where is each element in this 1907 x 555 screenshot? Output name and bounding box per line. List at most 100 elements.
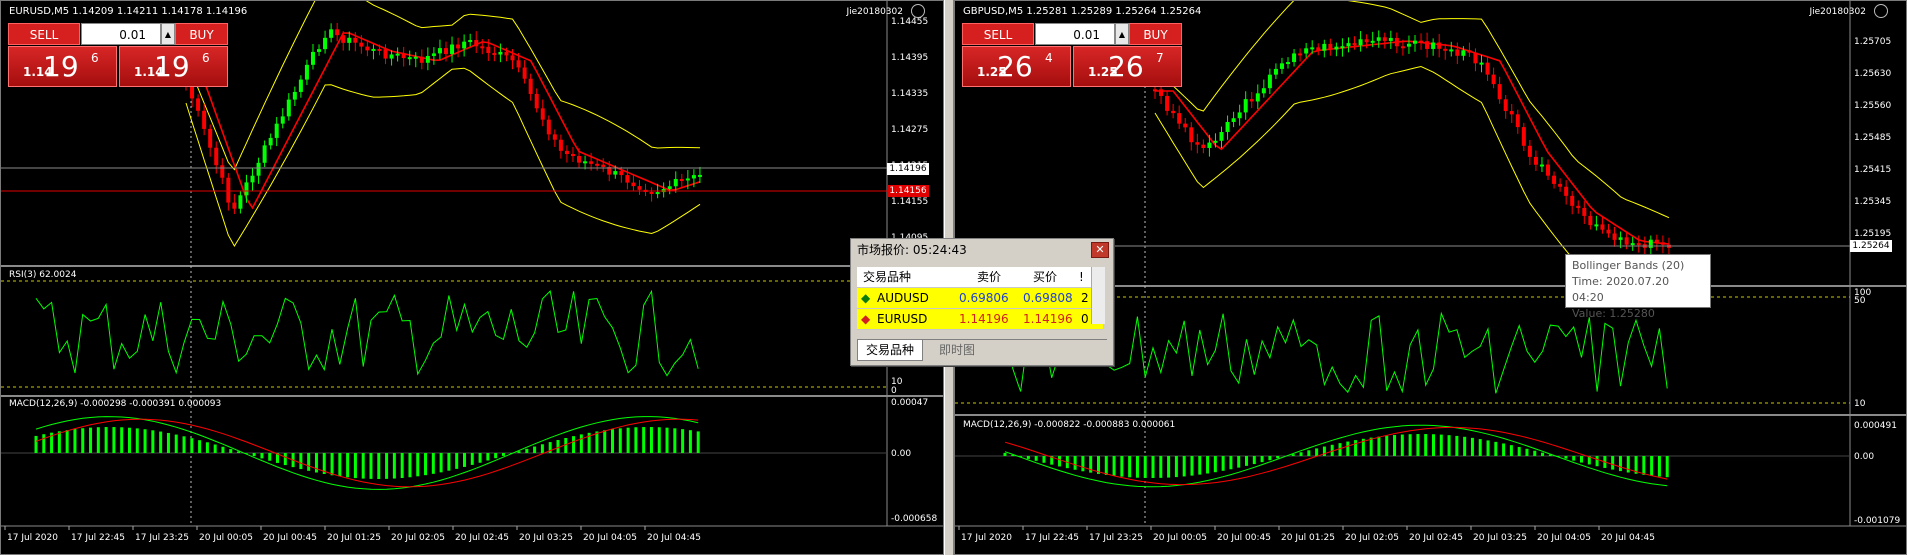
candle-body: [1225, 121, 1230, 133]
candle-body: [353, 37, 358, 43]
candle-body: [534, 94, 539, 109]
candle-body: [474, 40, 479, 47]
close-icon[interactable]: ✕: [1091, 242, 1109, 258]
row-bid: 1.14196: [959, 312, 1009, 326]
candle-body: [462, 41, 467, 49]
candle-body: [1636, 243, 1641, 246]
candle-body: [1153, 89, 1157, 92]
lot-up-arrow-icon[interactable]: ▲: [161, 23, 175, 45]
time-axis-label: 17 Jul 23:25: [135, 533, 189, 543]
market-watch-table: 交易品种 卖价 买价 ! ◆ AUDUSD 0.69806 0.69808 2 …: [857, 267, 1103, 330]
candle-body: [1213, 140, 1218, 143]
candle-body: [1479, 62, 1484, 65]
candle-body: [389, 54, 394, 59]
candle-body: [250, 175, 255, 183]
header-bid[interactable]: 卖价: [977, 267, 1001, 287]
candle-body: [268, 137, 273, 146]
row-ask: 1.14196: [1023, 312, 1073, 326]
header-spread[interactable]: !: [1079, 267, 1084, 287]
lot-size-input[interactable]: 0.01: [81, 23, 161, 45]
buy-price-box[interactable]: 1.25 26 7: [1073, 46, 1182, 87]
candle-body: [347, 37, 352, 43]
candle-body: [625, 175, 630, 183]
candle-body: [1521, 127, 1526, 146]
candle-body: [335, 29, 340, 36]
table-scrollbar[interactable]: [1091, 267, 1105, 324]
candle-body: [202, 110, 207, 129]
candle-body: [1576, 205, 1581, 209]
time-axis-label: 20 Jul 00:45: [263, 533, 317, 543]
sell-price-box[interactable]: 1.14 19 6: [8, 46, 117, 87]
price-axis-label: 1.14395: [891, 53, 928, 63]
candle-body: [546, 119, 551, 135]
buy-button[interactable]: BUY: [1129, 23, 1182, 45]
price-axis-label: 1.25415: [1854, 165, 1891, 175]
buy-button[interactable]: BUY: [175, 23, 228, 45]
candle-body: [1352, 43, 1357, 46]
candle-body: [679, 179, 684, 182]
candle-body: [1570, 195, 1575, 206]
candle-body: [1419, 40, 1424, 43]
sell-price-box[interactable]: 1.25 26 4: [962, 46, 1071, 87]
macd-axis-label: 0.00047: [891, 398, 928, 408]
candle-body: [1334, 46, 1339, 50]
candle-body: [613, 171, 618, 175]
lot-size-input[interactable]: 0.01: [1035, 23, 1115, 45]
candle-body: [1582, 208, 1587, 216]
candle-body: [395, 53, 400, 56]
candle-body: [564, 150, 569, 155]
candle-body: [365, 46, 370, 51]
macd-title: MACD(12,26,9) -0.000822 -0.000883 0.0000…: [963, 420, 1176, 430]
sell-price-big: 19: [43, 50, 79, 83]
candle-body: [1243, 99, 1248, 113]
candle-body: [1600, 224, 1605, 230]
macd-axis-label: 0.000491: [1854, 421, 1897, 431]
candle-body: [1231, 118, 1236, 122]
candle-body: [1328, 43, 1333, 50]
buy-price-box[interactable]: 1.14 19 6: [119, 46, 228, 87]
candle-body: [1648, 239, 1653, 248]
tab-tick-chart[interactable]: 即时图: [931, 340, 983, 360]
sell-button[interactable]: SELL: [8, 23, 80, 45]
sell-price-pip: 4: [1045, 51, 1053, 65]
candle-body: [1267, 74, 1272, 89]
candle-body: [667, 186, 672, 190]
candle-body: [1497, 84, 1502, 100]
tooltip-line-1: Bollinger Bands (20): [1572, 259, 1685, 272]
market-watch-window[interactable]: 市场报价: 05:24:43 ✕ 交易品种 卖价 买价 ! ◆ AUDUSD 0…: [850, 238, 1114, 366]
time-axis-label: 20 Jul 03:25: [1473, 533, 1527, 543]
candle-body: [697, 174, 702, 177]
candle-body: [685, 178, 690, 181]
candle-body: [492, 53, 497, 56]
candle-body: [552, 134, 557, 140]
one-click-trading-panel: SELL 0.01 ▲ BUY 1.14 19 6 1.14 19 6: [8, 23, 228, 89]
sell-button[interactable]: SELL: [962, 23, 1034, 45]
header-ask[interactable]: 买价: [1033, 267, 1057, 287]
candle-body: [196, 98, 201, 111]
candle-body: [1594, 224, 1599, 227]
candle-body: [1376, 37, 1381, 41]
candle-body: [232, 202, 237, 209]
candle-body: [528, 78, 533, 95]
candle-body: [1485, 62, 1490, 75]
header-symbol[interactable]: 交易品种: [863, 267, 911, 287]
row-ask: 0.69808: [1023, 291, 1073, 305]
candle-body: [419, 56, 424, 63]
lot-up-arrow-icon[interactable]: ▲: [1115, 23, 1129, 45]
candle-body: [383, 49, 388, 59]
tab-symbols[interactable]: 交易品种: [857, 340, 924, 361]
candle-body: [444, 48, 448, 54]
candle-body: [1171, 110, 1176, 114]
market-watch-title[interactable]: 市场报价: 05:24:43: [851, 239, 1111, 261]
up-diamond-icon: ◆: [861, 291, 871, 305]
candle-body: [437, 48, 442, 54]
eurusd-chart-window[interactable]: 1.144551.143951.143351.142751.142151.141…: [0, 0, 944, 555]
candle-body: [413, 56, 418, 59]
table-row[interactable]: ◆ AUDUSD 0.69806 0.69808 2: [857, 288, 1103, 309]
candle-body: [570, 154, 575, 157]
table-row[interactable]: ◆ EURUSD 1.14196 1.14196 0: [857, 309, 1103, 330]
candle-body: [486, 46, 491, 54]
candle-body: [226, 177, 231, 203]
candle-body: [407, 57, 412, 60]
candle-body: [1261, 88, 1266, 94]
